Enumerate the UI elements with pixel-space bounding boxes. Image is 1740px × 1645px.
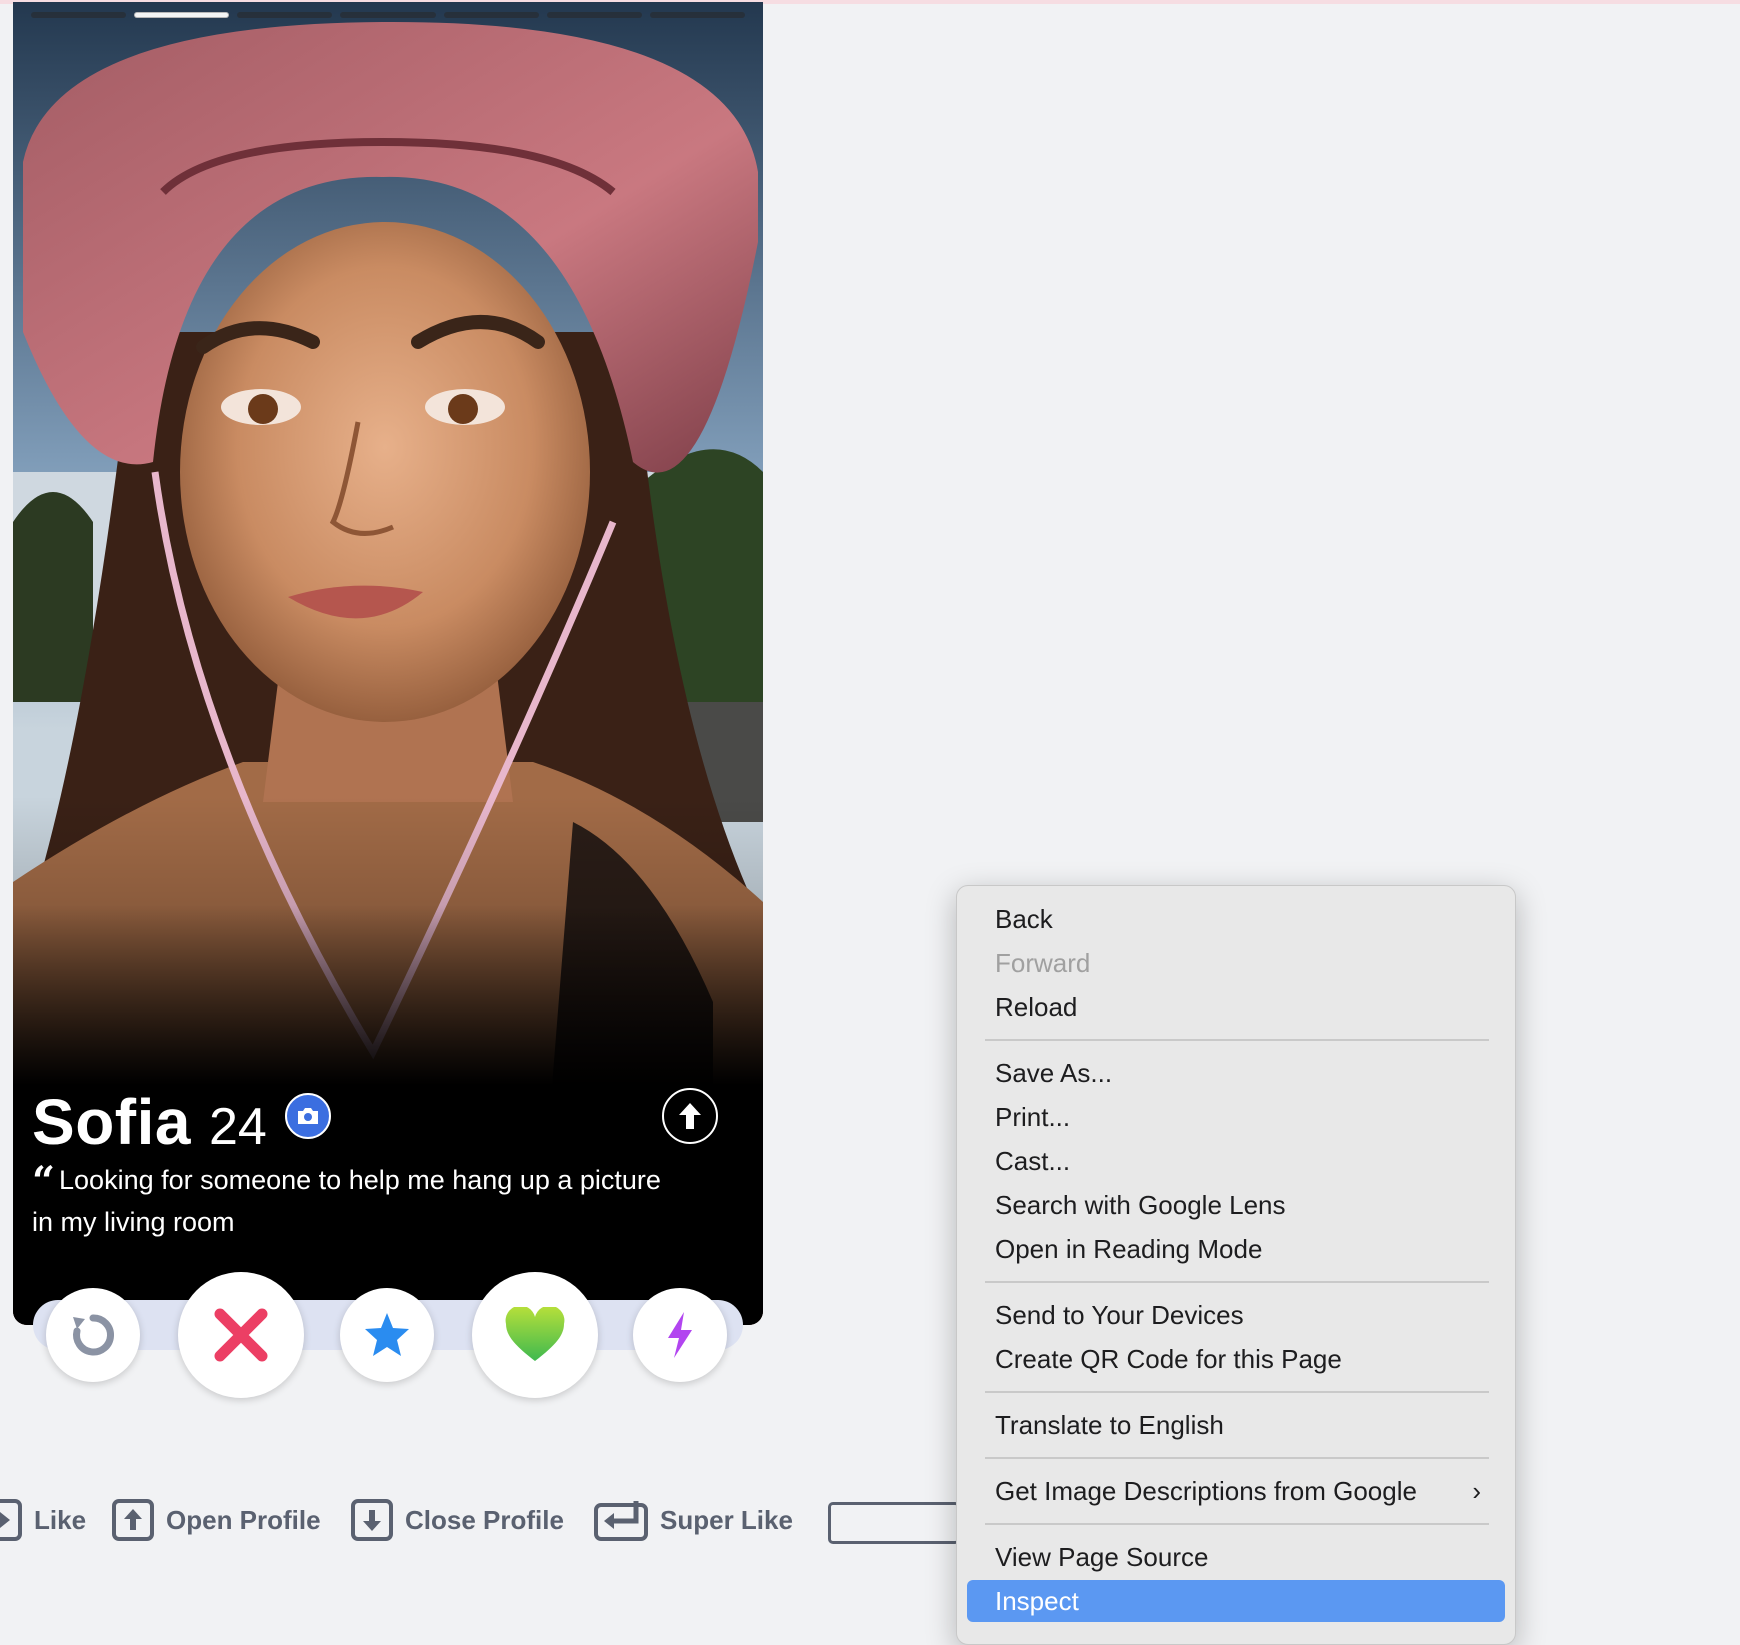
x-icon [214, 1308, 268, 1362]
shortcut-super-like-label: Super Like [660, 1504, 793, 1535]
like-button[interactable] [472, 1272, 598, 1398]
heart-icon [505, 1307, 565, 1361]
menu-separator [985, 1391, 1489, 1393]
camera-verified-icon [284, 1093, 331, 1139]
menu-separator [985, 1523, 1489, 1525]
profile-name-row: Sofia 24 [32, 1085, 331, 1159]
keyboard-shortcut-bar: Like Open Profile Close Profile Super Li… [0, 1498, 960, 1548]
rewind-button[interactable] [46, 1288, 140, 1382]
spacebar-key-icon [828, 1502, 960, 1544]
shortcut-open-profile-label: Open Profile [166, 1504, 321, 1535]
menu-item-qr-code[interactable]: Create QR Code for this Page [967, 1338, 1505, 1380]
card-gradient [13, 905, 763, 1085]
menu-separator [985, 1457, 1489, 1459]
open-profile-arrow-icon[interactable] [662, 1088, 718, 1144]
menu-item-inspect[interactable]: Inspect [967, 1580, 1505, 1622]
photo-progress-segment[interactable] [340, 12, 436, 18]
shortcut-close-profile: Close Profile [351, 1498, 564, 1542]
menu-item-reload[interactable]: Reload [967, 986, 1505, 1028]
photo-progress-segment[interactable] [443, 12, 539, 18]
shortcut-open-profile: Open Profile [112, 1498, 321, 1542]
profile-bio: “Looking for someone to help me hang up … [32, 1160, 672, 1242]
super-like-button[interactable] [340, 1288, 434, 1382]
boost-button[interactable] [633, 1288, 727, 1382]
star-icon [365, 1313, 409, 1356]
arrow-down-key-icon [351, 1499, 393, 1541]
photo-progress-segment[interactable] [237, 12, 333, 18]
arrow-up-key-icon [112, 1499, 154, 1541]
menu-item-image-descriptions[interactable]: Get Image Descriptions from Google › [967, 1470, 1505, 1512]
profile-name: Sofia [32, 1086, 191, 1158]
photo-progress-segment[interactable] [649, 12, 745, 18]
menu-item-forward[interactable]: Forward [967, 942, 1505, 984]
photo-progress-segment[interactable] [31, 12, 127, 18]
profile-age: 24 [208, 1098, 267, 1156]
rewind-icon [73, 1314, 115, 1356]
shortcut-like: Like [0, 1498, 86, 1542]
menu-item-translate[interactable]: Translate to English [967, 1404, 1505, 1446]
menu-item-image-descriptions-label: Get Image Descriptions from Google [995, 1476, 1417, 1506]
menu-item-send-to-devices[interactable]: Send to Your Devices [967, 1294, 1505, 1336]
menu-item-google-lens[interactable]: Search with Google Lens [967, 1184, 1505, 1226]
nope-button[interactable] [178, 1272, 304, 1398]
menu-item-print[interactable]: Print... [967, 1096, 1505, 1138]
photo-progress-segment[interactable] [546, 12, 642, 18]
enter-key-icon [594, 1501, 648, 1541]
menu-separator [985, 1039, 1489, 1041]
menu-item-back[interactable]: Back [967, 898, 1505, 940]
context-menu: Back Forward Reload Save As... Print... … [956, 885, 1516, 1645]
shortcut-close-profile-label: Close Profile [405, 1504, 564, 1535]
menu-item-view-page-source[interactable]: View Page Source [967, 1536, 1505, 1578]
menu-item-reading-mode[interactable]: Open in Reading Mode [967, 1228, 1505, 1270]
photo-progress-indicator [31, 12, 745, 20]
shortcut-super-like: Super Like [594, 1498, 793, 1542]
menu-separator [985, 1281, 1489, 1283]
shortcut-like-label: Like [34, 1504, 87, 1535]
photo-progress-segment-active[interactable] [134, 12, 230, 18]
profile-bio-text: Looking for someone to help me hang up a… [32, 1165, 661, 1237]
lightning-icon [668, 1312, 692, 1358]
menu-item-cast[interactable]: Cast... [967, 1140, 1505, 1182]
menu-item-save-as[interactable]: Save As... [967, 1052, 1505, 1094]
arrow-right-key-icon [0, 1499, 22, 1541]
chevron-right-icon: › [1472, 1476, 1481, 1506]
quote-icon: “ [32, 1158, 56, 1205]
